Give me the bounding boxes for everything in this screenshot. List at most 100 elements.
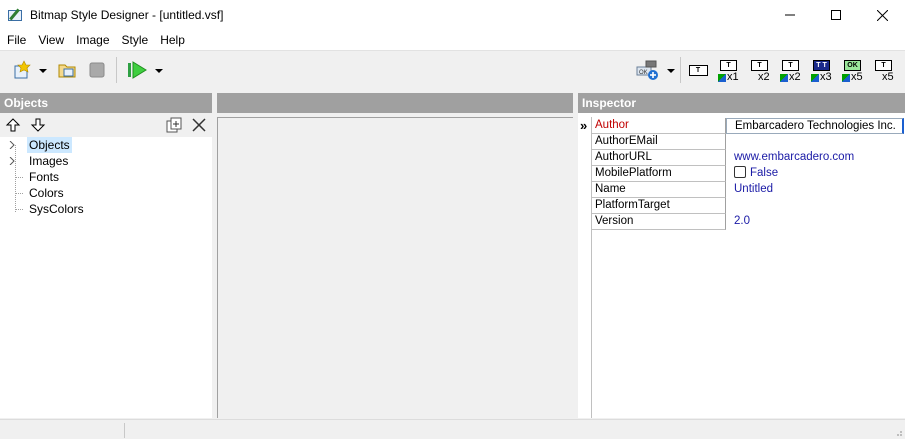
property-value[interactable]: 2.0	[726, 214, 905, 230]
menu-image[interactable]: Image	[70, 30, 115, 50]
delete-icon	[192, 118, 206, 132]
format-multiplier: x1	[718, 72, 739, 83]
property-name: PlatformTarget	[592, 198, 726, 214]
inspector-row-version[interactable]: Version 2.0	[592, 214, 905, 230]
menu-view[interactable]: View	[32, 30, 70, 50]
property-name: AuthorURL	[592, 150, 726, 166]
format-button-4[interactable]: T Tx3	[809, 59, 833, 83]
close-icon	[876, 9, 888, 21]
duplicate-icon	[166, 117, 182, 133]
close-button[interactable]	[859, 0, 905, 30]
format-frame-icon: T T	[813, 60, 830, 71]
format-frame-icon: T	[720, 60, 737, 71]
preview-canvas[interactable]	[217, 117, 573, 418]
format-button-1[interactable]: Tx1	[716, 59, 740, 83]
inspector-panel-header: Inspector	[578, 93, 905, 113]
property-value[interactable]	[726, 198, 905, 214]
move-up-button[interactable]	[5, 117, 21, 136]
menu-style[interactable]: Style	[116, 30, 155, 50]
delete-button[interactable]	[191, 117, 207, 136]
inspector-row-authorurl[interactable]: AuthorURL www.embarcadero.com	[592, 150, 905, 166]
tree-item-objects[interactable]: Objects	[0, 137, 212, 153]
save-button[interactable]	[86, 59, 108, 81]
menu-file[interactable]: File	[1, 30, 32, 50]
tree-guide-line	[16, 209, 24, 210]
run-dropdown-icon[interactable]	[155, 69, 163, 73]
active-row-marker-icon: »	[580, 118, 588, 133]
property-name: Name	[592, 182, 726, 198]
format-multiplier: x2	[780, 72, 801, 83]
color-swatch-icon	[811, 73, 819, 82]
chevron-right-icon[interactable]	[8, 141, 16, 149]
new-icon	[14, 60, 31, 79]
maximize-icon	[831, 10, 841, 20]
format-multiplier: x2	[749, 72, 770, 83]
tree-item-label: Objects	[27, 137, 72, 153]
format-button-3[interactable]: Tx2	[778, 59, 802, 83]
color-swatch-icon	[780, 73, 788, 82]
tree-guide-line	[16, 177, 24, 178]
color-swatch-icon	[842, 73, 850, 82]
inspector-row-name[interactable]: Name Untitled	[592, 182, 905, 198]
text-frame-button[interactable]: T	[686, 59, 710, 81]
preview-panel-header	[217, 93, 573, 113]
menu-help[interactable]: Help	[154, 30, 191, 50]
minimize-icon	[785, 14, 795, 16]
run-icon	[128, 61, 147, 79]
duplicate-button[interactable]	[166, 117, 182, 136]
inspector-row-authoremail[interactable]: AuthorEMail	[592, 134, 905, 150]
save-icon	[89, 62, 105, 78]
new-dropdown-icon[interactable]	[39, 69, 47, 73]
tree-item-label: Images	[29, 154, 69, 168]
objects-panel-header: Objects	[0, 93, 212, 113]
format-frame-icon: T	[875, 60, 892, 71]
property-name: MobilePlatform	[592, 166, 726, 182]
title-bar: Bitmap Style Designer - [untitled.vsf]	[0, 0, 905, 30]
format-multiplier: x5	[873, 72, 894, 83]
format-frame-icon: OK	[844, 60, 861, 71]
move-down-button[interactable]	[30, 117, 46, 136]
inspector-row-platformtarget[interactable]: PlatformTarget	[592, 198, 905, 214]
resize-grip-icon[interactable]	[893, 427, 903, 437]
format-frame-icon: T	[751, 60, 768, 71]
checkbox-label: False	[750, 167, 779, 179]
text-frame-icon: T	[688, 64, 708, 76]
minimize-button[interactable]	[767, 0, 813, 30]
add-object-dropdown-icon[interactable]	[667, 69, 675, 73]
format-button-2[interactable]: Tx2	[747, 59, 771, 83]
format-multiplier: x3	[811, 72, 832, 83]
new-button[interactable]	[10, 59, 34, 81]
format-frame-icon: T	[782, 60, 799, 71]
tree-item-syscolors[interactable]: SysColors	[0, 201, 212, 217]
checkbox[interactable]	[734, 166, 746, 178]
run-button[interactable]	[125, 59, 149, 81]
tree-item-label: Fonts	[29, 170, 60, 184]
format-button-6[interactable]: Tx5	[871, 59, 895, 83]
property-value[interactable]: Untitled	[726, 182, 905, 198]
inspector-gutter	[578, 117, 592, 418]
tree-item-images[interactable]: Images	[0, 153, 212, 169]
property-value[interactable]	[726, 134, 905, 150]
format-multiplier-label: x5	[882, 71, 894, 83]
maximize-button[interactable]	[813, 0, 859, 30]
arrow-up-icon	[5, 118, 21, 132]
property-edit-field[interactable]: Embarcadero Technologies Inc.	[726, 118, 904, 134]
property-value[interactable]: False	[726, 166, 905, 182]
status-bar	[0, 419, 905, 439]
tree-item-colors[interactable]: Colors	[0, 185, 212, 201]
chevron-right-icon[interactable]	[8, 157, 16, 165]
color-swatch-icon	[718, 73, 726, 82]
arrow-down-icon	[30, 118, 46, 132]
add-object-button[interactable]: OK	[634, 59, 662, 81]
tree-item-fonts[interactable]: Fonts	[0, 169, 212, 185]
format-button-5[interactable]: OK x5	[840, 59, 864, 83]
property-value[interactable]: www.embarcadero.com	[726, 150, 905, 166]
tree-guide-line	[16, 193, 24, 194]
status-separator	[124, 423, 125, 438]
open-button[interactable]	[55, 59, 79, 81]
window-title: Bitmap Style Designer - [untitled.vsf]	[30, 8, 224, 22]
open-icon	[58, 64, 76, 78]
inspector-row-mobileplatform[interactable]: MobilePlatform False	[592, 166, 905, 182]
format-multiplier-label: x5	[851, 71, 863, 83]
inspector-row-author[interactable]: » Author Embarcadero Technologies Inc.	[580, 118, 905, 134]
